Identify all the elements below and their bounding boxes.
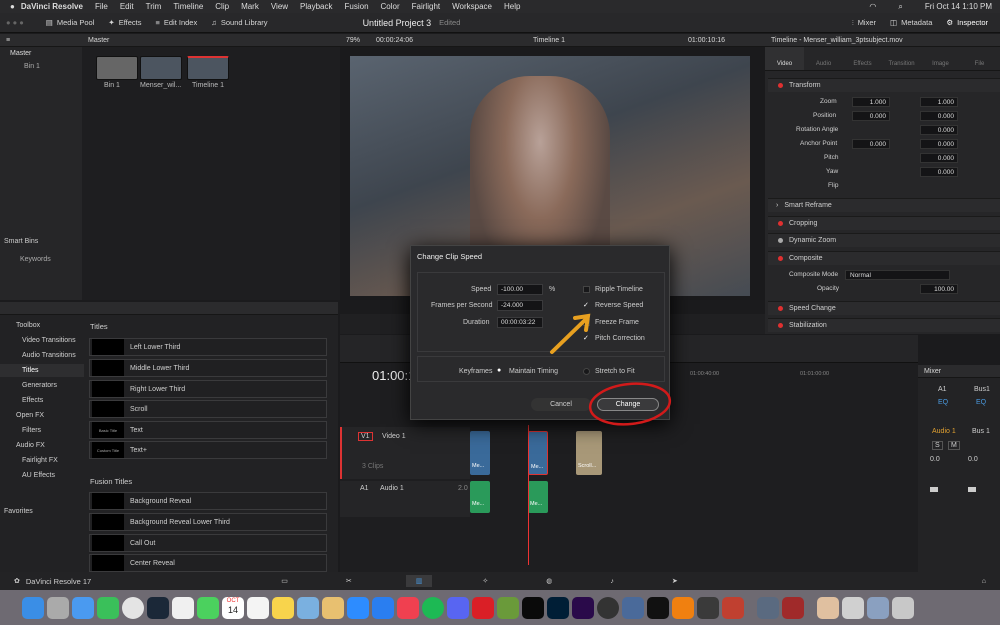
documents-icon[interactable] [817, 596, 839, 619]
finder-icon[interactable] [22, 596, 44, 619]
arrow-annotation [550, 313, 591, 354]
mail-icon[interactable] [72, 596, 94, 619]
launchpad-icon[interactable] [47, 596, 69, 619]
app-store-icon[interactable] [372, 596, 394, 619]
minecraft-icon[interactable] [497, 596, 519, 619]
premiere-icon[interactable] [572, 596, 594, 619]
obs-icon[interactable] [597, 596, 619, 619]
page-color-icon[interactable]: ◍ [546, 577, 552, 585]
facetime-icon[interactable] [97, 596, 119, 619]
reminders-icon[interactable] [247, 596, 269, 619]
davinci-icon[interactable] [697, 596, 719, 619]
page-cut-icon[interactable]: ✂ [346, 577, 352, 585]
spotify-icon[interactable] [422, 596, 444, 619]
epic-games-icon[interactable] [647, 596, 669, 619]
chrome-icon[interactable] [122, 596, 144, 619]
resolve-version: DaVinci Resolve 17 [25, 576, 92, 586]
discord-icon[interactable] [447, 596, 469, 619]
robinhood-icon[interactable] [522, 596, 544, 619]
creative-cloud-icon[interactable] [472, 596, 494, 619]
page-edit-icon[interactable]: ▥ [405, 575, 433, 587]
trash-icon[interactable] [892, 596, 914, 619]
steam-icon[interactable] [147, 596, 169, 619]
screenshots-icon[interactable] [867, 596, 889, 619]
vlc-icon[interactable] [672, 596, 694, 619]
calendar-icon[interactable]: OCT 14 [222, 596, 244, 619]
script-icon[interactable] [322, 596, 344, 619]
page-fusion-icon[interactable]: ✧ [482, 577, 488, 585]
display-icon[interactable] [757, 596, 779, 619]
photos-icon[interactable] [172, 596, 194, 619]
annotation-overlay [550, 313, 672, 426]
page-deliver-icon[interactable]: ➤ [672, 577, 678, 585]
page-media-icon[interactable]: ▭ [281, 577, 288, 585]
notes-icon[interactable] [272, 596, 294, 619]
dock: OCT 14 [0, 590, 1000, 625]
photoshop-icon[interactable] [547, 596, 569, 619]
downloads-icon[interactable] [842, 596, 864, 619]
news-icon[interactable] [397, 596, 419, 619]
zoom-icon[interactable] [347, 596, 369, 619]
handbrake-icon[interactable] [722, 596, 744, 619]
xcode-icon[interactable] [622, 596, 644, 619]
circle-annotation [588, 382, 672, 426]
dictionary-icon[interactable] [782, 596, 804, 619]
preview-icon[interactable] [297, 596, 319, 619]
messages-icon[interactable] [197, 596, 219, 619]
page-bar: ✿ DaVinci Resolve 17 ▭ ✂ ▥ ✧ ◍ ♪ ➤ ⌂ [0, 572, 1000, 590]
home-icon[interactable]: ⌂ [982, 578, 986, 585]
resolve-logo-icon: ✿ [14, 578, 20, 585]
page-fairlight-icon[interactable]: ♪ [610, 578, 614, 585]
